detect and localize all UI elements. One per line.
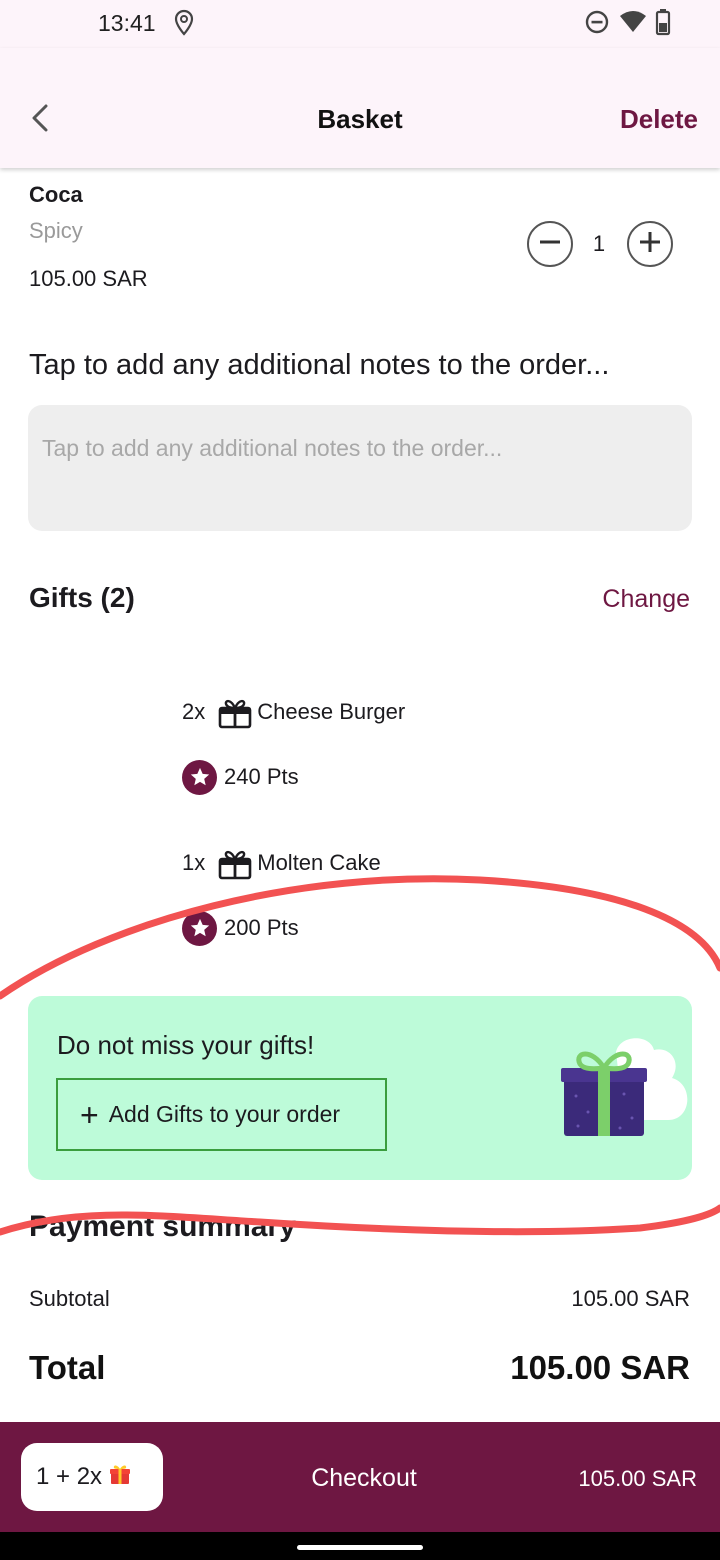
quantity-decrease-button[interactable] (527, 221, 573, 267)
gift-quantity: 1x (182, 850, 206, 875)
gift-box-icon (217, 845, 253, 881)
add-gifts-button[interactable]: + Add Gifts to your order (56, 1078, 387, 1151)
plus-icon: + (80, 1096, 99, 1133)
item-name: Coca (29, 182, 83, 207)
wifi-icon (619, 9, 647, 40)
gifts-change-link[interactable]: Change (602, 585, 690, 614)
payment-summary-heading: Payment summary (29, 1210, 296, 1243)
minus-icon (538, 230, 562, 259)
gift-name: Molten Cake (257, 850, 381, 875)
gift-promo-card: Do not miss your gifts! + Add Gifts to y… (28, 996, 692, 1180)
page-title: Basket (317, 104, 403, 134)
item-price: 105.00 SAR (29, 266, 148, 291)
notes-heading: Tap to add any additional notes to the o… (29, 349, 610, 381)
status-time: 13:41 (98, 10, 156, 36)
gift-item: 2x Cheese Burger (182, 694, 405, 730)
delete-button[interactable]: Delete (620, 104, 698, 135)
home-handle[interactable] (297, 1545, 423, 1550)
gift-points: 240 Pts (182, 759, 299, 795)
battery-icon (655, 8, 671, 41)
location-pin-icon (172, 9, 196, 42)
gift-box-icon (217, 694, 253, 730)
gifts-title: Gifts (2) (29, 582, 135, 613)
status-bar: 13:41 (0, 0, 720, 48)
order-notes-input[interactable] (28, 405, 692, 531)
gift-points: 200 Pts (182, 910, 299, 946)
gift-item: 1x Molten Cake (182, 845, 381, 881)
promo-text: Do not miss your gifts! (57, 1030, 315, 1060)
total-value: 105.00 SAR (510, 1349, 690, 1386)
plus-icon (638, 230, 662, 259)
quantity-increase-button[interactable] (627, 221, 673, 267)
star-icon (182, 759, 217, 795)
do-not-disturb-icon (584, 9, 610, 40)
checkout-price: 105.00 SAR (578, 1466, 697, 1491)
gift-name: Cheese Burger (257, 699, 406, 724)
subtotal-value: 105.00 SAR (571, 1286, 690, 1311)
points-value: 240 Pts (224, 764, 299, 789)
total-label: Total (29, 1349, 106, 1386)
quantity-value: 1 (592, 231, 606, 256)
checkout-bar[interactable]: 1 + 2x Checkout 105.00 SAR (0, 1422, 720, 1532)
add-gifts-label: Add Gifts to your order (108, 1101, 341, 1127)
subtotal-label: Subtotal (29, 1286, 110, 1311)
gift-illustration (554, 1034, 694, 1149)
item-variant: Spicy (29, 218, 83, 243)
app-bar: Basket Delete (0, 48, 720, 168)
points-value: 200 Pts (224, 915, 299, 940)
system-nav-bar (0, 1532, 720, 1560)
gift-quantity: 2x (182, 699, 206, 724)
star-icon (182, 910, 217, 946)
